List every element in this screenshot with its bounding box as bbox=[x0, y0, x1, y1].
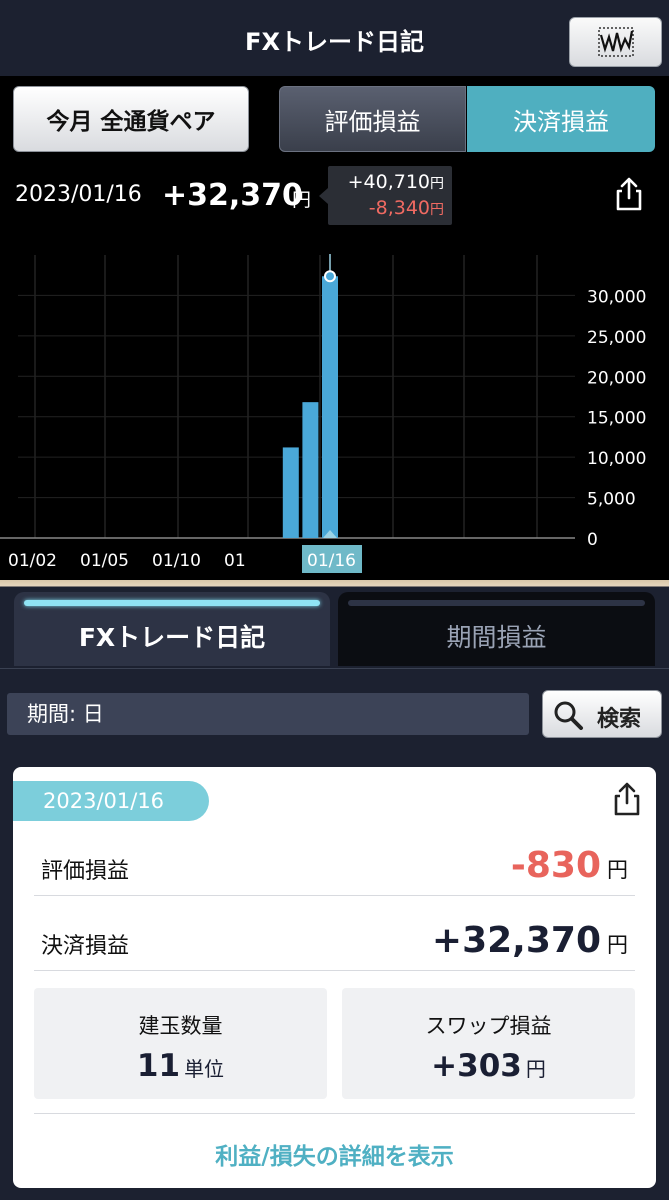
y-tick-label: 15,000 bbox=[587, 409, 646, 429]
chart-bar bbox=[302, 402, 319, 538]
unrealized-pl-value: -830 円 bbox=[510, 845, 628, 886]
period-filter-field[interactable]: 期間: 日 bbox=[7, 693, 529, 735]
daily-summary-card: 2023/01/16 評価損益 -830 円 決済損益 +32,370 円 建玉数量… bbox=[13, 767, 656, 1188]
realized-pl-value: +32,370 円 bbox=[431, 920, 628, 961]
divider bbox=[34, 1113, 635, 1114]
waveform-chart-icon bbox=[598, 27, 634, 57]
tab-fx-trade-diary[interactable]: FXトレード日記 bbox=[14, 592, 330, 666]
segment-unrealized-pl[interactable]: 評価損益 bbox=[279, 86, 466, 152]
unrealized-pl-label: 評価損益 bbox=[41, 859, 130, 884]
x-tick-label: 01/10 bbox=[152, 551, 201, 571]
share-icon[interactable] bbox=[613, 176, 645, 212]
chart-bar bbox=[322, 276, 338, 538]
divider bbox=[34, 970, 635, 971]
search-button[interactable]: 検索 bbox=[542, 690, 662, 738]
tooltip-profit: +40,710円 bbox=[347, 171, 444, 193]
chart-bar bbox=[282, 447, 299, 538]
card-date-badge: 2023/01/16 bbox=[13, 781, 209, 821]
value-tooltip: +40,710円 -8,340円 bbox=[319, 166, 452, 225]
tab-indicator bbox=[348, 600, 645, 606]
position-quantity-stat: 建玉数量 11 単位 bbox=[34, 988, 327, 1099]
y-tick-label: 30,000 bbox=[587, 287, 646, 307]
share-icon[interactable] bbox=[612, 781, 642, 817]
x-tick-label: 01/05 bbox=[80, 551, 129, 571]
period-currency-button[interactable]: 今月 全通貨ペア bbox=[13, 86, 249, 152]
app-header: FXトレード日記 bbox=[0, 0, 669, 76]
selected-date: 2023/01/16 bbox=[15, 182, 142, 207]
selection-point bbox=[324, 270, 336, 283]
realized-pl-label: 決済損益 bbox=[41, 934, 130, 959]
divider bbox=[34, 895, 635, 896]
segment-realized-pl[interactable]: 決済損益 bbox=[467, 86, 655, 152]
daily-pl-chart[interactable]: 0 5,000 10,000 15,000 20,000 25,000 30,000 01/0… bbox=[0, 240, 669, 585]
x-tick-label: 01 bbox=[224, 551, 246, 571]
y-tick-label: 5,000 bbox=[587, 490, 636, 510]
tab-indicator bbox=[24, 600, 320, 606]
highlight-date-label: 01/16 bbox=[307, 551, 356, 571]
selected-total: +32,370 bbox=[162, 178, 303, 213]
tooltip-loss: -8,340円 bbox=[368, 197, 444, 219]
y-tick-label: 20,000 bbox=[587, 368, 646, 388]
x-tick-label: 01/02 bbox=[8, 551, 57, 571]
swap-pl-stat: スワップ損益 +303 円 bbox=[342, 988, 635, 1099]
y-tick-label: 25,000 bbox=[587, 328, 646, 348]
tab-period-pl[interactable]: 期間損益 bbox=[338, 592, 655, 666]
y-tick-label: 10,000 bbox=[587, 449, 646, 469]
y-tick-label: 0 bbox=[587, 530, 598, 550]
chart-mode-button[interactable] bbox=[569, 17, 662, 67]
selected-total-unit: 円 bbox=[292, 189, 312, 211]
search-icon bbox=[554, 701, 583, 730]
show-pl-details-link[interactable]: 利益/損失の詳細を表示 bbox=[13, 1137, 656, 1171]
